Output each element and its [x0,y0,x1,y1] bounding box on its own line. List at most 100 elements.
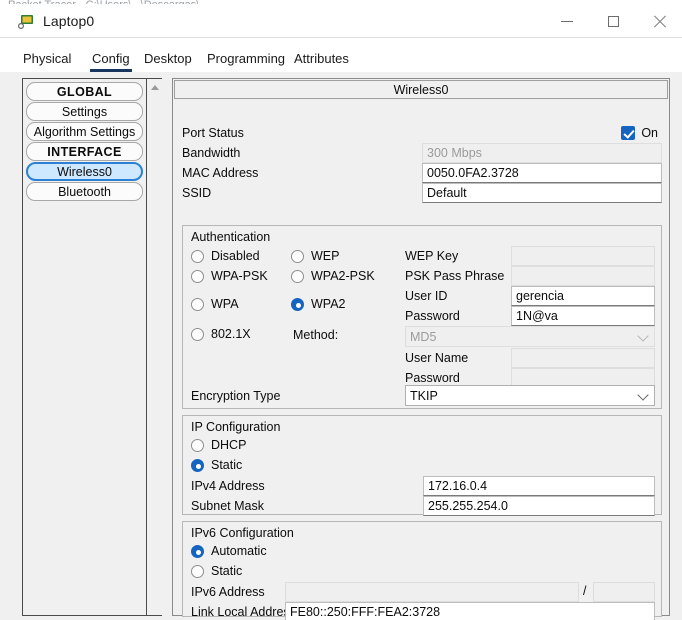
panel-title: Wireless0 [174,80,668,99]
tab-programming-label: Programming [207,50,286,66]
sidebar-item-label: GLOBAL [56,84,113,99]
mac-address-input[interactable]: 0050.0FA2.3728 [422,163,662,183]
mac-address-value: 0050.0FA2.3728 [427,166,519,180]
sidebar-scrollbar[interactable] [146,79,162,615]
user-id-label: User ID [405,289,448,303]
sidebar-item-bluetooth[interactable]: Bluetooth [26,182,143,201]
radio-wpa-psk[interactable]: WPA-PSK [191,267,268,285]
port-status-label-row: Port Status [182,123,244,143]
radio-automatic-ipv6[interactable]: Automatic [191,542,267,560]
port-status-toggle[interactable]: On [621,123,658,143]
ipv6-configuration-title: IPv6 Configuration [191,526,294,540]
link-local-address-value: FE80::250:FFF:FEA2:3728 [290,605,441,619]
minimize-button[interactable] [544,4,590,38]
close-button[interactable] [636,4,682,38]
radio-dot-icon [291,269,304,283]
psk-pass-phrase-label: PSK Pass Phrase [405,269,505,283]
link-local-address-input[interactable]: FE80::250:FFF:FEA2:3728 [285,602,655,620]
user-name-label: User Name [405,351,469,365]
radio-dot-icon [191,544,204,558]
wep-key-label-row: WEP Key [405,246,458,266]
tab-desktop[interactable]: Desktop [142,44,194,72]
tab-programming[interactable]: Programming [205,44,287,72]
radio-wpa[interactable]: WPA [191,295,239,313]
psk-pass-phrase-label-row: PSK Pass Phrase [405,266,504,286]
user-id-label-row: User ID [405,286,447,306]
radio-label: WEP [311,249,340,263]
radio-label: WPA2-PSK [311,269,375,283]
sidebar-item-settings[interactable]: Settings [26,102,143,121]
radio-wpa2[interactable]: WPA2 [291,295,346,313]
password-input[interactable]: 1N@va [511,306,655,326]
radio-dhcp[interactable]: DHCP [191,436,246,454]
subnet-mask-input[interactable]: 255.255.254.0 [423,496,655,516]
window-title: Laptop0 [43,13,95,29]
bandwidth-label: Bandwidth [182,146,241,160]
ipv4-address-input[interactable]: 172.16.0.4 [423,476,655,496]
sidebar-item-algorithm-settings[interactable]: Algorithm Settings [26,122,143,141]
encryption-type-label: Encryption Type [191,389,281,403]
wep-key-field [511,246,655,266]
ssid-input[interactable]: Default [422,183,662,203]
ipv6-address-label-row: IPv6 Address [191,582,265,602]
config-sidebar: GLOBAL Settings Algorithm Settings INTER… [22,78,162,616]
chevron-down-icon [637,388,649,401]
port-status-checkbox-icon[interactable] [621,126,636,140]
sidebar-item-wireless0[interactable]: Wireless0 [26,162,143,181]
sidebar-item-label: Wireless0 [57,164,112,179]
port-status-on-label: On [641,126,658,140]
radio-label: WPA2 [311,297,346,311]
method-label-row: Method: [293,325,338,345]
tab-config-label: Config [92,50,130,66]
ssid-label: SSID [182,186,212,200]
encryption-type-select[interactable]: TKIP [405,385,655,406]
bandwidth-value: 300 Mbps [427,146,482,160]
ssid-value: Default [427,186,467,200]
tab-config[interactable]: Config [90,44,132,72]
mac-address-label: MAC Address [182,166,259,180]
ipv4-address-label: IPv4 Address [191,479,265,493]
radio-wep[interactable]: WEP [291,247,339,265]
password-label-row: Password [405,306,460,326]
psk-pass-phrase-field [511,266,655,286]
tab-physical[interactable]: Physical [21,44,73,72]
sidebar-item-label: Settings [61,104,108,119]
encryption-type-value: TKIP [410,388,438,403]
user-id-value: gerencia [516,289,564,303]
scroll-up-arrow-icon[interactable] [147,80,162,94]
packet-tracer-laptop-icon [17,13,35,30]
sidebar-header-interface: INTERFACE [26,142,143,161]
ip-configuration-title: IP Configuration [191,420,281,434]
ipv6-address-label: IPv6 Address [191,585,265,599]
ssid-label-row: SSID [182,183,211,203]
radio-static-ipv6[interactable]: Static [191,562,242,580]
tab-attributes[interactable]: Attributes [292,44,351,72]
radio-wpa2-psk[interactable]: WPA2-PSK [291,267,375,285]
ipv6-prefix-separator: / [583,584,587,598]
ipv4-address-value: 172.16.0.4 [428,479,488,493]
port-status-label: Port Status [182,126,244,140]
bandwidth-field: 300 Mbps [422,143,662,163]
wep-key-label: WEP Key [405,249,459,263]
user-name-field [511,348,655,368]
link-local-address-label: Link Local Address: [191,605,300,619]
radio-dot-icon [291,297,304,311]
radio-label: Static [211,458,243,472]
user-id-input[interactable]: gerencia [511,286,655,306]
radio-8021x[interactable]: 802.1X [191,325,251,343]
radio-static-ipv4[interactable]: Static [191,456,242,474]
ipv4-address-label-row: IPv4 Address [191,476,265,496]
radio-label: WPA-PSK [211,269,268,283]
tab-desktop-label: Desktop [144,50,192,66]
authentication-title: Authentication [191,230,271,244]
sidebar-item-label: Bluetooth [58,184,111,199]
title-bar: Laptop0 [0,4,682,38]
authentication-group: Authentication Disabled WPA-PSK WPA 802.… [182,225,662,409]
subnet-mask-value: 255.255.254.0 [428,499,508,513]
packet-tracer-device-window: Packet Tracer - C:\Users\...\Descargas\.… [0,0,682,620]
maximize-button[interactable] [590,4,636,38]
radio-disabled[interactable]: Disabled [191,247,260,265]
ip-configuration-group: IP Configuration DHCP Static IPv4 Addres… [182,415,662,516]
method-label: Method: [293,328,339,342]
user-name-label-row: User Name [405,348,468,368]
